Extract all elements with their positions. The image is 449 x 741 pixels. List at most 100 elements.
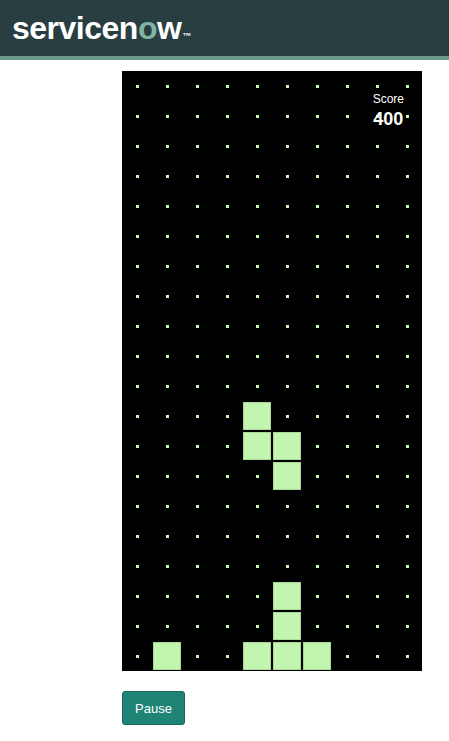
grid-dot (166, 595, 169, 598)
board-cell (242, 221, 272, 251)
pause-button[interactable]: Pause (122, 691, 185, 725)
grid-dot (316, 385, 319, 388)
board-cell (242, 491, 272, 521)
grid-dot (136, 295, 139, 298)
grid-dot (256, 355, 259, 358)
grid-dot (196, 415, 199, 418)
board-cell (272, 191, 302, 221)
grid-dot (316, 475, 319, 478)
board-cell (302, 131, 332, 161)
board-cell (362, 431, 392, 461)
content: Score400 Pause (0, 60, 449, 725)
grid-dot (196, 235, 199, 238)
grid-dot (136, 325, 139, 328)
board-cell (392, 311, 422, 341)
board-cell (242, 431, 272, 461)
grid-dot (316, 85, 319, 88)
board-cell (152, 641, 182, 671)
board-cell (242, 371, 272, 401)
grid-dot (136, 655, 139, 658)
grid-dot (316, 625, 319, 628)
board-cell (332, 581, 362, 611)
block (243, 642, 271, 670)
board-cell (212, 521, 242, 551)
board-cell (122, 221, 152, 251)
grid-dot (196, 175, 199, 178)
block (273, 642, 301, 670)
grid-dot (136, 175, 139, 178)
grid-dot (346, 565, 349, 568)
board-cell (182, 191, 212, 221)
grid-dot (346, 265, 349, 268)
board-cell (302, 401, 332, 431)
grid-dot (286, 175, 289, 178)
board-cell (362, 581, 392, 611)
board-cell (332, 641, 362, 671)
grid-dot (166, 265, 169, 268)
grid-dot (166, 445, 169, 448)
grid-dot (226, 535, 229, 538)
board-cell (362, 161, 392, 191)
grid-dot (226, 175, 229, 178)
grid-dot (376, 355, 379, 358)
block (273, 462, 301, 490)
board-cell (302, 311, 332, 341)
board-cell (242, 71, 272, 101)
grid-dot (346, 415, 349, 418)
board-cell (362, 281, 392, 311)
grid-dot (346, 295, 349, 298)
grid-dot (346, 385, 349, 388)
grid-dot (136, 355, 139, 358)
board-cell (272, 641, 302, 671)
board-cell (272, 581, 302, 611)
grid-dot (376, 145, 379, 148)
grid-dot (346, 445, 349, 448)
board-cell (152, 401, 182, 431)
board-cell (212, 551, 242, 581)
grid-dot (256, 535, 259, 538)
grid-dot (406, 385, 409, 388)
game-board[interactable]: Score400 (122, 71, 422, 671)
board-cell (272, 251, 302, 281)
grid-dot (226, 205, 229, 208)
board-cell (332, 191, 362, 221)
board-cell (302, 641, 332, 671)
board-cell (392, 611, 422, 641)
logo[interactable]: servicenow™ (12, 12, 191, 44)
board-cell (302, 581, 332, 611)
grid-dot (286, 235, 289, 238)
board-cell (152, 311, 182, 341)
grid-dot (346, 625, 349, 628)
grid-dot (136, 145, 139, 148)
board-cell (332, 251, 362, 281)
grid-dot (136, 205, 139, 208)
board-cell (392, 251, 422, 281)
board-cell (332, 221, 362, 251)
board-cell (152, 341, 182, 371)
grid-dot (136, 475, 139, 478)
grid-dot (286, 325, 289, 328)
grid-dot (286, 205, 289, 208)
board-cell (332, 131, 362, 161)
board-cell (302, 191, 332, 221)
board-cell (122, 161, 152, 191)
grid-dot (316, 115, 319, 118)
grid-dot (286, 415, 289, 418)
board-cell (392, 191, 422, 221)
grid-dot (256, 85, 259, 88)
grid-dot (286, 355, 289, 358)
board-cell (242, 161, 272, 191)
grid-dot (316, 355, 319, 358)
grid-dot (166, 415, 169, 418)
board-cell (152, 221, 182, 251)
board-cell (182, 611, 212, 641)
grid-dot (136, 625, 139, 628)
grid-dot (256, 145, 259, 148)
actions: Pause (122, 671, 449, 725)
grid-dot (166, 85, 169, 88)
grid-dot (166, 205, 169, 208)
grid-dot (226, 475, 229, 478)
grid-dot (166, 355, 169, 358)
board-cell (302, 491, 332, 521)
grid-dot (136, 235, 139, 238)
